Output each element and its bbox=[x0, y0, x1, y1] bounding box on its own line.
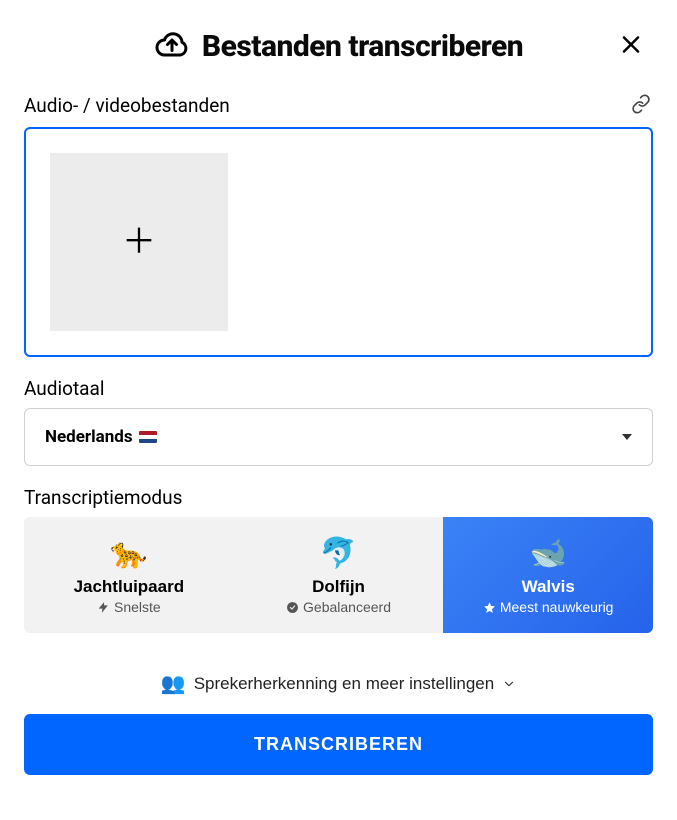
speakers-icon: 👥 bbox=[161, 671, 186, 696]
transcribe-button[interactable]: TRANSCRIBEREN bbox=[24, 714, 653, 775]
language-selected-text: Nederlands bbox=[45, 427, 133, 447]
add-file-button[interactable]: ＋ bbox=[50, 153, 228, 331]
check-circle-icon bbox=[286, 601, 299, 614]
modal-header: Bestanden transcriberen bbox=[24, 28, 653, 64]
close-button[interactable] bbox=[615, 29, 647, 64]
plus-icon: ＋ bbox=[122, 225, 156, 259]
mode-label: Transcriptiemodus bbox=[24, 486, 182, 509]
caret-down-icon bbox=[622, 434, 632, 440]
file-dropzone[interactable]: ＋ bbox=[24, 127, 653, 357]
mode-tag-text: Gebalanceerd bbox=[303, 599, 391, 615]
mode-tag-text: Snelste bbox=[114, 599, 161, 615]
link-button[interactable] bbox=[629, 92, 653, 119]
mode-tag: Meest nauwkeurig bbox=[483, 599, 614, 615]
files-section: Audio- / videobestanden ＋ bbox=[24, 92, 653, 357]
cloud-upload-icon bbox=[154, 28, 190, 64]
language-label: Audiotaal bbox=[24, 377, 104, 400]
flag-nl-icon bbox=[139, 431, 157, 443]
language-label-row: Audiotaal bbox=[24, 377, 653, 400]
header-title-wrap: Bestanden transcriberen bbox=[154, 28, 523, 64]
mode-name: Jachtluipaard bbox=[74, 577, 185, 597]
language-select[interactable]: Nederlands bbox=[24, 408, 653, 466]
mode-tag: Gebalanceerd bbox=[286, 599, 391, 615]
cheetah-icon: 🐆 bbox=[110, 533, 147, 575]
mode-section: Transcriptiemodus 🐆 Jachtluipaard Snelst… bbox=[24, 486, 653, 633]
files-label: Audio- / videobestanden bbox=[24, 94, 230, 117]
mode-tag-text: Meest nauwkeurig bbox=[500, 599, 614, 615]
link-icon bbox=[631, 102, 651, 117]
mode-tag: Snelste bbox=[97, 599, 161, 615]
close-icon bbox=[619, 45, 643, 60]
mode-card-dolphin[interactable]: 🐬 Dolfijn Gebalanceerd bbox=[234, 517, 444, 633]
more-settings-label: Sprekerherkenning en meer instellingen bbox=[194, 674, 495, 694]
files-label-row: Audio- / videobestanden bbox=[24, 92, 653, 119]
star-icon bbox=[483, 601, 496, 614]
page-title: Bestanden transcriberen bbox=[202, 29, 523, 64]
mode-card-cheetah[interactable]: 🐆 Jachtluipaard Snelste bbox=[24, 517, 234, 633]
chevron-down-icon bbox=[502, 677, 516, 691]
mode-name: Dolfijn bbox=[312, 577, 365, 597]
mode-name: Walvis bbox=[522, 577, 575, 597]
whale-icon: 🐋 bbox=[530, 533, 567, 575]
language-section: Audiotaal Nederlands bbox=[24, 377, 653, 466]
bolt-icon bbox=[97, 601, 110, 614]
language-selected-value: Nederlands bbox=[45, 427, 157, 447]
mode-options: 🐆 Jachtluipaard Snelste 🐬 Dolfijn Gebala… bbox=[24, 517, 653, 633]
more-settings-toggle[interactable]: 👥 Sprekerherkenning en meer instellingen bbox=[24, 653, 653, 714]
mode-label-row: Transcriptiemodus bbox=[24, 486, 653, 509]
mode-card-whale[interactable]: 🐋 Walvis Meest nauwkeurig bbox=[443, 517, 653, 633]
dolphin-icon: 🐬 bbox=[320, 533, 357, 575]
